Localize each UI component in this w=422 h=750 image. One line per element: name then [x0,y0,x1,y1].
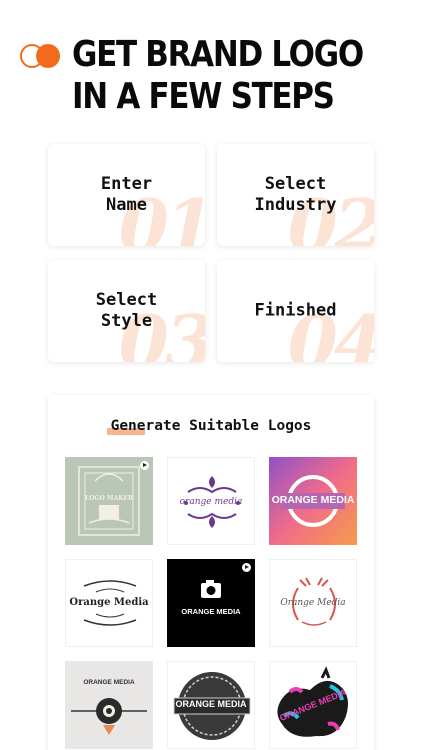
header: GET BRAND LOGO IN A FEW STEPS [20,34,410,118]
step-card-select-industry[interactable]: 02 Select Industry [217,144,374,246]
logo-tile-orange-media-grunge[interactable]: ORANGE MEDIA [269,661,357,749]
step-card-select-style[interactable]: 03 Select Style [48,260,205,362]
logo-tile-orange-media-gradient[interactable]: ORANGE MEDIA [269,457,357,545]
logo-tile-orange-media-laurel[interactable]: Orange Media [269,559,357,647]
page-title-line1: GET BRAND LOGO [72,34,364,75]
logo-text: ORANGE MEDIA [181,607,241,616]
step-label: Finished [254,300,337,321]
logo-tile-logo-maker-vintage[interactable]: LOGO MAKER [65,457,153,545]
logo-tile-orange-media-lens[interactable]: ORANGE MEDIA [65,661,153,749]
logo-text: LOGO MAKER [85,495,133,502]
logo-text: Orange Media [280,598,346,608]
camera-icon [201,580,221,598]
logo-tile-orange-media-camera[interactable]: ORANGE MEDIA [167,559,255,647]
step-card-enter-name[interactable]: 01 Enter Name [48,144,205,246]
logo-text: Orange Media [69,597,149,608]
logo-text: ORANGE MEDIA [83,679,135,686]
logo-text: ORANGE MEDIA [271,494,355,506]
step-label: Select Industry [254,174,337,215]
step-card-finished[interactable]: 04 Finished [217,260,374,362]
logo-tile-orange-media-badge[interactable]: ORANGE MEDIA [167,661,255,749]
page-title-line2: IN A FEW STEPS [72,76,335,117]
step-label: Select Style [95,290,158,331]
generate-title: Generate Suitable Logos [106,418,311,435]
step-label: Enter Name [100,174,153,215]
logo-tile-orange-media-blackletter[interactable]: Orange Media [65,559,153,647]
page-title: GET BRAND LOGO IN A FEW STEPS [72,34,364,118]
generate-logos-card: Generate Suitable Logos LOGO MAKER orang… [48,395,374,750]
logo-text: ORANGE MEDIA [175,699,247,709]
play-icon[interactable] [140,461,149,470]
brand-toggle-icon [20,44,60,68]
logo-text: orange media [179,497,243,507]
play-icon[interactable] [242,563,251,572]
logo-tile-orange-media-ornament[interactable]: orange media [167,457,255,545]
lens-icon [71,698,147,735]
